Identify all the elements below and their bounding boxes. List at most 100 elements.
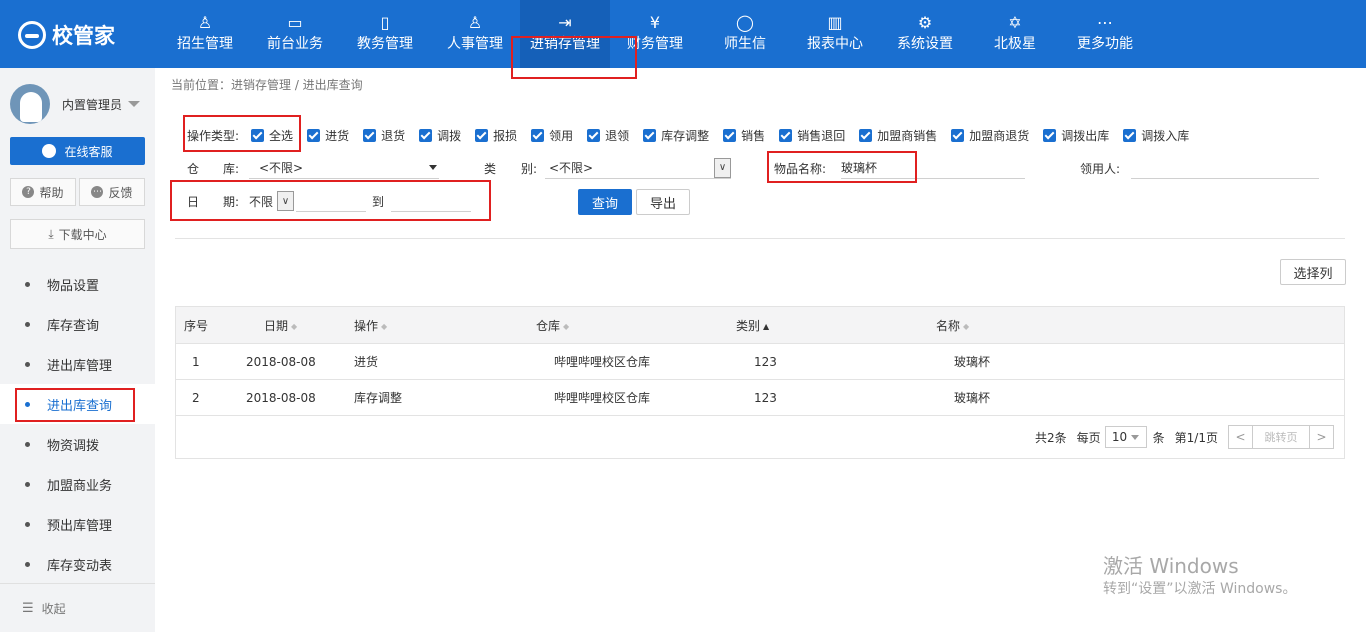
nav-item-reports[interactable]: ▥ 报表中心 <box>790 0 880 68</box>
nav-item-front-desk[interactable]: ▭ 前台业务 <box>250 0 340 68</box>
cell-date: 2018-08-08 <box>246 390 316 405</box>
nav-item-polaris[interactable]: ✡ 北极星 <box>970 0 1060 68</box>
date-row: 日 期: 不限 ∨ 到 <box>187 189 472 213</box>
column-header-name[interactable]: 名称 ◆ <box>936 317 1136 334</box>
sidebar-item-pre-outbound[interactable]: 预出库管理 <box>0 504 155 544</box>
checkbox-icon <box>1043 128 1057 142</box>
sidebar-item-stock-query[interactable]: 库存查询 <box>0 304 155 344</box>
jump-page-button[interactable]: 跳转页 <box>1253 425 1309 449</box>
nav-item-more[interactable]: ⋯ 更多功能 <box>1060 0 1150 68</box>
checkbox-label: 调拨入库 <box>1141 128 1190 143</box>
checkbox-transfer[interactable]: 调拨 <box>419 127 461 144</box>
date-end-input[interactable] <box>391 190 472 212</box>
cell-name: 玻璃杯 <box>954 391 991 405</box>
windows-activation-subtitle: 转到“设置”以激活 Windows。 <box>1103 581 1297 597</box>
download-icon: ⤓ <box>48 226 54 241</box>
prev-page-button[interactable]: < <box>1228 425 1253 449</box>
recipient-input[interactable] <box>1131 157 1319 179</box>
query-button[interactable]: 查询 <box>578 189 632 215</box>
column-header-date[interactable]: 日期 ◆ <box>246 317 336 334</box>
nav-item-inventory[interactable]: ⇥ 进销存管理 <box>520 0 610 68</box>
checkbox-sale-return[interactable]: 销售退回 <box>779 127 845 144</box>
nav-item-finance[interactable]: ¥ 财务管理 <box>610 0 700 68</box>
export-button[interactable]: 导出 <box>636 189 690 215</box>
nav-item-hr[interactable]: ♙ 人事管理 <box>430 0 520 68</box>
checkbox-label: 进货 <box>325 128 350 143</box>
checkbox-transfer-out[interactable]: 调拨出库 <box>1043 127 1109 144</box>
help-button[interactable]: ? 帮助 <box>10 178 76 206</box>
sidebar-item-franchise[interactable]: 加盟商业务 <box>0 464 155 504</box>
item-name-input[interactable]: 玻璃杯 <box>841 157 1025 179</box>
checkbox-transfer-in[interactable]: 调拨入库 <box>1123 127 1189 144</box>
checkbox-icon <box>859 128 873 142</box>
column-header-index[interactable]: 序号 <box>176 317 246 334</box>
question-icon: ? <box>22 186 35 198</box>
checkbox-return-requisition[interactable]: 退领 <box>587 127 629 144</box>
sidebar-item-transfer[interactable]: 物资调拨 <box>0 424 155 464</box>
cell-operation: 进货 <box>354 355 379 369</box>
chevron-down-icon <box>128 101 141 107</box>
user-menu[interactable]: 内置管理员 <box>10 84 141 124</box>
sidebar-item-stock-changes[interactable]: 库存变动表 <box>0 544 155 584</box>
bullet-icon <box>25 321 30 327</box>
bullet-icon <box>25 361 30 367</box>
column-header-warehouse[interactable]: 仓库 ◆ <box>536 317 736 334</box>
sidebar-item-inout-query[interactable]: 进出库查询 <box>0 384 155 424</box>
table-row[interactable]: 1 2018-08-08 进货 哔哩哔哩校区仓库 123 玻璃杯 <box>176 344 1344 380</box>
checkbox-icon <box>307 128 321 142</box>
sidebar: 内置管理员 在线客服 ? 帮助 ⋯ 反馈 ⤓ 下载中心 物品设置 库存查询 进出… <box>0 68 155 632</box>
checkbox-select-all[interactable]: 全选 <box>251 127 293 144</box>
bullet-icon <box>25 401 30 407</box>
checkbox-franchise-sale[interactable]: 加盟商销售 <box>859 127 937 144</box>
checkbox-loss[interactable]: 报损 <box>475 127 517 144</box>
header-label: 名称 <box>936 318 961 333</box>
chart-icon: ▥ <box>827 13 843 32</box>
chat-bubble-icon: ◯ <box>736 13 754 32</box>
sidebar-item-label: 进出库查询 <box>47 398 113 414</box>
download-center-button[interactable]: ⤓ 下载中心 <box>10 219 145 249</box>
checkbox-purchase[interactable]: 进货 <box>307 127 349 144</box>
date-range-select[interactable]: 不限 ∨ <box>249 190 295 212</box>
feedback-label: 反馈 <box>108 185 133 200</box>
yen-shield-icon: ¥ <box>649 13 661 32</box>
checkbox-franchise-return[interactable]: 加盟商退货 <box>951 127 1029 144</box>
feedback-button[interactable]: ⋯ 反馈 <box>79 178 145 206</box>
nav-item-enrollment[interactable]: ♙ 招生管理 <box>160 0 250 68</box>
checkbox-return[interactable]: 退货 <box>363 127 405 144</box>
app-logo[interactable]: 校管家 <box>18 20 115 50</box>
sidebar-item-inout-manage[interactable]: 进出库管理 <box>0 344 155 384</box>
nav-item-settings[interactable]: ⚙ 系统设置 <box>880 0 970 68</box>
checkbox-icon <box>1123 128 1137 142</box>
category-select[interactable]: <不限> ∨ <box>545 157 731 179</box>
checkbox-sale[interactable]: 销售 <box>723 127 765 144</box>
per-page-select[interactable]: 10 <box>1104 426 1147 448</box>
nav-item-messaging[interactable]: ◯ 师生信 <box>700 0 790 68</box>
nav-item-academic[interactable]: ▯ 教务管理 <box>340 0 430 68</box>
online-service-button[interactable]: 在线客服 <box>10 137 145 165</box>
select-columns-button[interactable]: 选择列 <box>1280 259 1346 285</box>
date-start-input[interactable] <box>296 190 367 212</box>
next-page-button[interactable]: > <box>1309 425 1334 449</box>
per-page-label: 每页 <box>1076 430 1101 445</box>
chevron-down-icon[interactable]: ∨ <box>277 191 295 211</box>
checkbox-stock-adjust[interactable]: 库存调整 <box>643 127 709 144</box>
checkbox-icon <box>475 128 489 142</box>
column-header-operation[interactable]: 操作 ◆ <box>336 317 536 334</box>
header-label: 操作 <box>354 318 379 333</box>
help-label: 帮助 <box>39 185 64 200</box>
main-nav: ♙ 招生管理 ▭ 前台业务 ▯ 教务管理 ♙ 人事管理 ⇥ 进销存管理 ¥ 财务管理 ◯ 师生… <box>160 0 1150 68</box>
sidebar-item-item-settings[interactable]: 物品设置 <box>0 264 155 304</box>
column-header-category[interactable]: 类别 ▲ <box>736 317 936 334</box>
category-label-1: 类 <box>484 161 497 176</box>
header-label: 仓库 <box>536 318 561 333</box>
checkbox-label: 退货 <box>381 128 406 143</box>
sidebar-menu: 物品设置 库存查询 进出库管理 进出库查询 物资调拨 加盟商业务 预出库管理 库… <box>0 264 155 584</box>
page-info: 第1/1页 <box>1174 430 1218 445</box>
collapse-button[interactable]: ☰ 收起 <box>0 583 155 632</box>
checkbox-requisition[interactable]: 领用 <box>531 127 573 144</box>
warehouse-select[interactable]: <不限> <box>249 157 439 179</box>
sidebar-item-label: 物品设置 <box>47 278 100 294</box>
chevron-down-icon[interactable]: ∨ <box>714 157 731 178</box>
table-row[interactable]: 2 2018-08-08 库存调整 哔哩哔哩校区仓库 123 玻璃杯 <box>176 380 1344 416</box>
checkbox-icon <box>251 128 265 142</box>
